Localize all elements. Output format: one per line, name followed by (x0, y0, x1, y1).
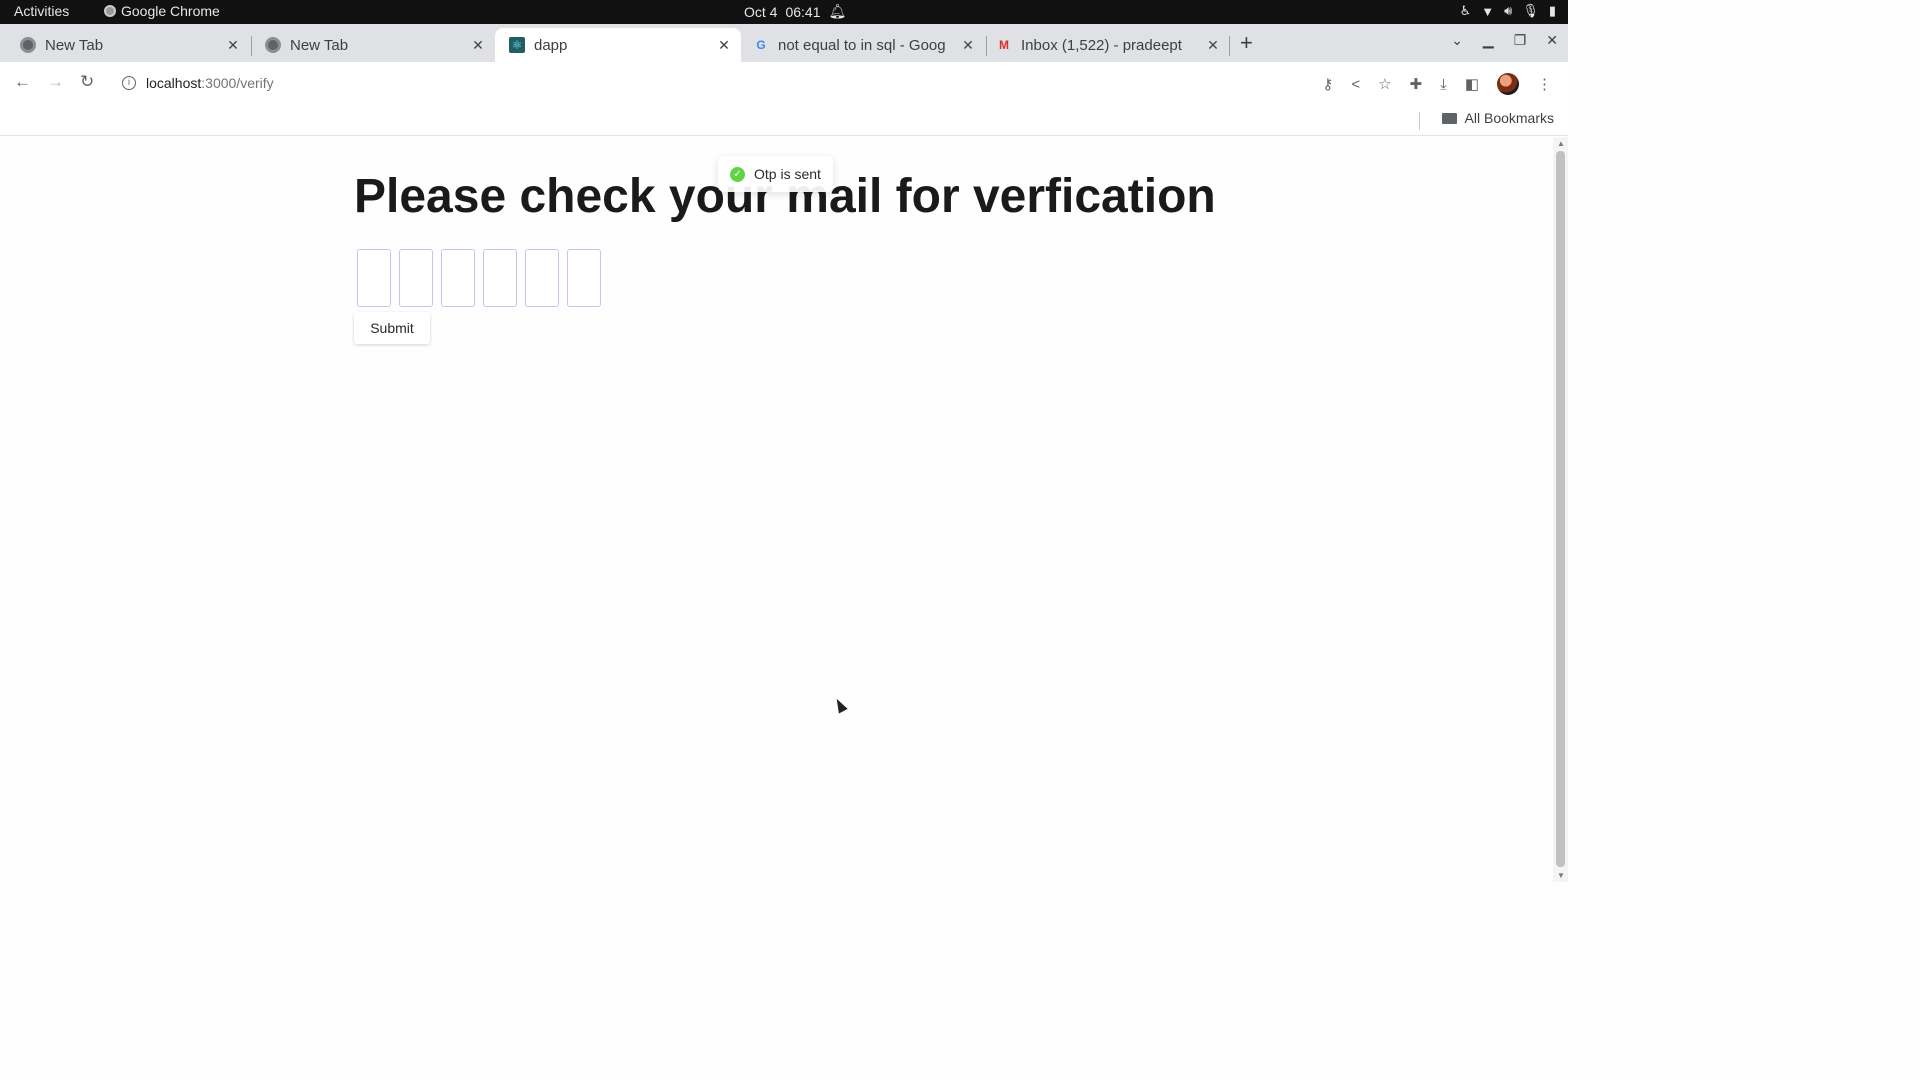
tab-title: Inbox (1,522) - pradeept (1021, 36, 1182, 54)
submit-button[interactable]: Submit (354, 312, 430, 344)
close-icon[interactable]: ✕ (959, 37, 977, 54)
scroll-up-icon[interactable]: ▲ (1557, 139, 1565, 148)
clock[interactable]: Oct 4 06:41 🔔︎ (744, 3, 846, 20)
url-path: :3000/verify (201, 75, 274, 91)
tab-google-search[interactable]: G not equal to in sql - Goog ✕ (741, 28, 985, 62)
browser-toolbar: ← → ↻ i localhost:3000/verify ⚷ < ☆ ✚ ⤓ … (0, 62, 1568, 104)
forward-arrow-icon[interactable]: → (47, 72, 64, 92)
volume-icon: 🔊︎ (1504, 3, 1513, 18)
side-panel-icon[interactable]: ◧ (1465, 75, 1479, 93)
clock-date: Oct 4 (744, 3, 778, 20)
react-icon: ⚛ (509, 37, 525, 53)
bell-icon: 🔔︎ (828, 3, 847, 19)
tab-title: dapp (534, 36, 568, 54)
maximize-icon[interactable]: ❐ (1514, 32, 1527, 49)
window-controls: ⌄ ▁ ❐ ✕ (1451, 32, 1558, 49)
download-icon[interactable]: ⤓ (1440, 76, 1447, 93)
otp-digit-input[interactable] (441, 249, 475, 307)
chrome-icon (104, 5, 116, 17)
accessibility-icon[interactable]: ♿︎ (1460, 3, 1472, 19)
check-circle-icon: ✓ (730, 166, 745, 182)
activities-button[interactable]: Activities (14, 3, 69, 19)
close-icon[interactable]: ✕ (715, 37, 733, 54)
tab-strip: New Tab ✕ New Tab ✕ ⚛ dapp ✕ G not equal… (0, 24, 1568, 62)
google-icon: G (756, 38, 766, 52)
toast-notification: ✓ Otp is sent (718, 156, 833, 192)
otp-input-group (357, 249, 601, 307)
share-icon[interactable]: < (1351, 76, 1360, 93)
url-host: localhost (146, 75, 202, 91)
system-tray[interactable]: ♿︎ ▼ 🔊︎ 🎙︎ ▮ (1460, 3, 1556, 19)
close-icon[interactable]: ✕ (224, 37, 242, 54)
tab-dapp[interactable]: ⚛ dapp ✕ (495, 28, 741, 62)
system-top-bar: Activities Google Chrome Oct 4 06:41 🔔︎ … (0, 0, 1568, 24)
app-name: Google Chrome (121, 3, 220, 19)
tab-title: New Tab (45, 36, 104, 54)
extensions-icon[interactable]: ✚ (1410, 75, 1423, 93)
reload-icon[interactable]: ↻ (80, 72, 94, 92)
profile-avatar[interactable] (1497, 73, 1519, 95)
tab-title: not equal to in sql - Goog (778, 36, 946, 54)
gmail-icon: M (999, 38, 1009, 52)
otp-digit-input[interactable] (567, 249, 601, 307)
new-tab-button[interactable]: + (1240, 30, 1253, 56)
otp-digit-input[interactable] (357, 249, 391, 307)
address-bar[interactable]: i localhost:3000/verify (110, 67, 1290, 99)
chrome-icon (20, 37, 36, 53)
close-window-icon[interactable]: ✕ (1546, 32, 1558, 49)
back-arrow-icon[interactable]: ← (14, 72, 31, 92)
page-content: Please check your mail for verfication S… (0, 137, 1553, 882)
more-menu-icon[interactable]: ⋮ (1537, 75, 1552, 93)
toast-message: Otp is sent (754, 166, 821, 182)
wifi-icon: ▼ (1481, 3, 1495, 19)
tab-new-tab-2[interactable]: New Tab ✕ (245, 28, 495, 62)
toolbar-icons: ⚷ < ☆ ✚ ⤓ ◧ ⋮ (1322, 73, 1552, 95)
close-icon[interactable]: ✕ (1204, 37, 1222, 54)
tab-new-tab-1[interactable]: New Tab ✕ (0, 28, 250, 62)
chrome-icon (265, 37, 281, 53)
site-info-icon[interactable]: i (122, 76, 136, 90)
battery-icon: ▮ (1548, 3, 1556, 18)
otp-digit-input[interactable] (483, 249, 517, 307)
tab-gmail-inbox[interactable]: M Inbox (1,522) - pradeept ✕ (986, 28, 1230, 62)
all-bookmarks-label: All Bookmarks (1464, 110, 1554, 126)
clock-time: 06:41 (785, 3, 821, 20)
scroll-down-icon[interactable]: ▼ (1557, 871, 1565, 880)
folder-icon (1441, 112, 1457, 124)
page-scrollbar[interactable]: ▲ ▼ (1553, 137, 1568, 882)
scrollbar-thumb[interactable] (1556, 151, 1565, 867)
tab-divider (1229, 36, 1230, 56)
tab-title: New Tab (290, 36, 349, 54)
key-icon[interactable]: ⚷ (1322, 75, 1333, 93)
tab-search-icon[interactable]: ⌄ (1451, 32, 1463, 49)
bookmarks-divider (1419, 112, 1420, 130)
minimize-icon[interactable]: ▁ (1483, 32, 1494, 49)
star-icon[interactable]: ☆ (1378, 75, 1391, 93)
otp-digit-input[interactable] (399, 249, 433, 307)
bookmarks-bar: All Bookmarks (0, 104, 1568, 136)
all-bookmarks-button[interactable]: All Bookmarks (1441, 110, 1554, 126)
close-icon[interactable]: ✕ (469, 37, 487, 54)
app-menu[interactable]: Google Chrome (104, 3, 220, 19)
microphone-icon: 🎙︎ (1522, 3, 1539, 18)
otp-digit-input[interactable] (525, 249, 559, 307)
